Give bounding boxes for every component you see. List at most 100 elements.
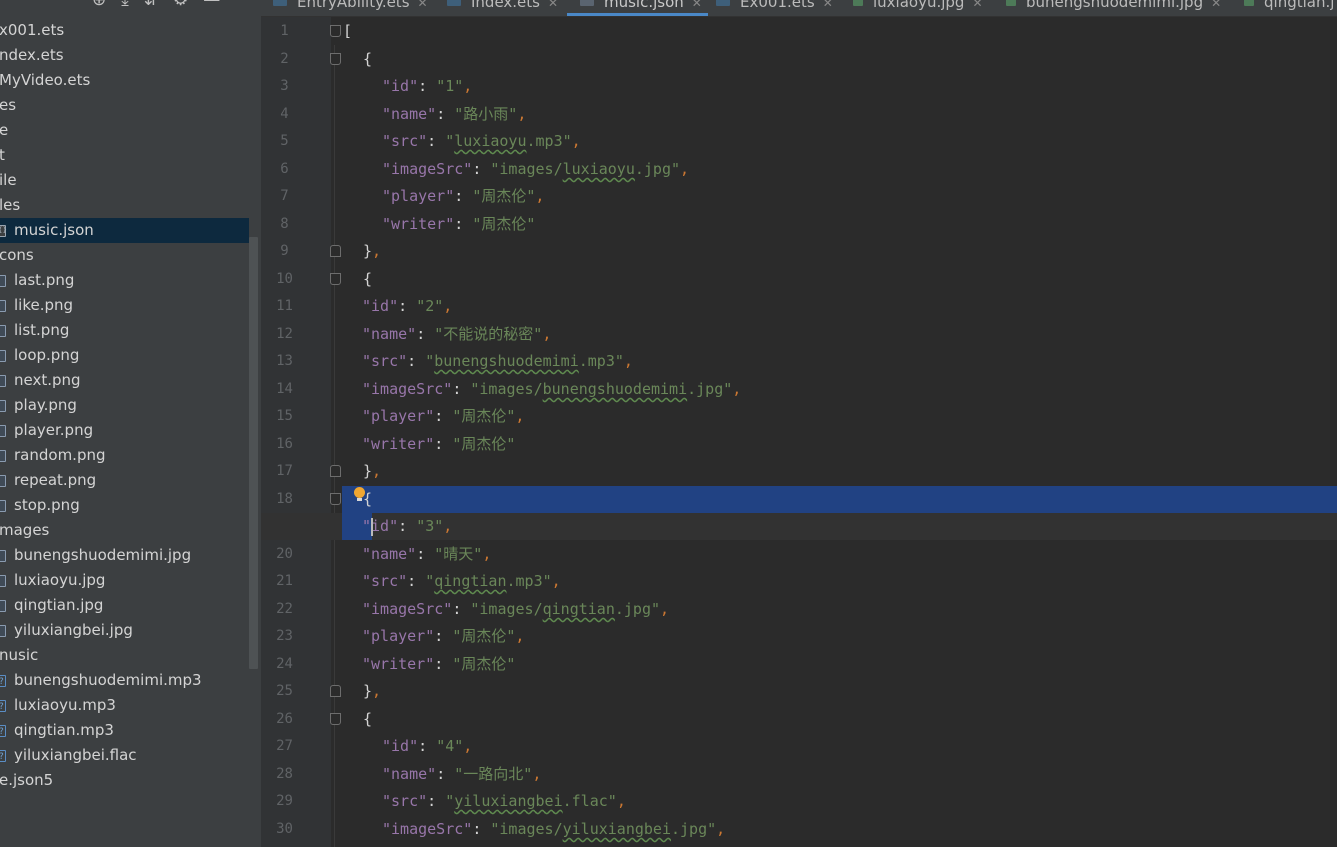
tree-item[interactable]: like.png bbox=[0, 293, 249, 318]
sidebar-scrollbar[interactable] bbox=[249, 237, 258, 669]
code-line[interactable]: "imageSrc": "images/yiluxiangbei.jpg", bbox=[382, 815, 725, 843]
tree-item[interactable]: play.png bbox=[0, 393, 249, 418]
tree-item[interactable]: e bbox=[0, 118, 249, 143]
close-tab-icon[interactable]: ✕ bbox=[418, 0, 428, 10]
line-number: 2 bbox=[280, 51, 289, 67]
code-line[interactable]: "writer": "周杰伦" bbox=[362, 430, 515, 458]
fold-marker-icon[interactable] bbox=[330, 493, 341, 505]
code-line[interactable]: }, bbox=[363, 677, 381, 705]
tree-item[interactable]: nusic bbox=[0, 643, 249, 668]
tree-item[interactable]: repeat.png bbox=[0, 468, 249, 493]
code-line[interactable]: "writer": "周杰伦" bbox=[382, 210, 535, 238]
code-line[interactable]: "player": "周杰伦", bbox=[382, 182, 544, 210]
code-line[interactable]: "id": "1", bbox=[382, 72, 472, 100]
code-line[interactable]: "name": "晴天", bbox=[362, 540, 491, 568]
image-file-icon bbox=[0, 500, 6, 512]
tree-item[interactable]: es bbox=[0, 93, 249, 118]
fold-marker-icon[interactable] bbox=[330, 685, 341, 697]
code-token: , bbox=[517, 105, 527, 123]
tree-item[interactable]: next.png bbox=[0, 368, 249, 393]
tree-item[interactable]: loop.png bbox=[0, 343, 249, 368]
code-line[interactable]: "src": "yiluxiangbei.flac", bbox=[382, 787, 626, 815]
tree-item[interactable]: x001.ets bbox=[0, 18, 249, 43]
code-line[interactable]: "id": "2", bbox=[362, 292, 452, 320]
code-token: : bbox=[427, 132, 446, 150]
code-line[interactable]: "imageSrc": "images/bunengshuodemimi.jpg… bbox=[362, 375, 741, 403]
tree-item-label: nusic bbox=[0, 646, 39, 664]
code-line[interactable]: { bbox=[363, 705, 372, 733]
tree-item[interactable]: MyVideo.ets bbox=[0, 68, 249, 93]
code-token: .mp3" bbox=[506, 572, 552, 590]
close-tab-icon[interactable]: ✕ bbox=[548, 0, 558, 10]
tree-item[interactable]: mages bbox=[0, 518, 249, 543]
tree-item[interactable]: les bbox=[0, 193, 249, 218]
code-line[interactable]: "id": "4", bbox=[382, 732, 472, 760]
tree-item-label: random.png bbox=[14, 446, 106, 464]
code-line[interactable]: "imageSrc": "images/qingtian.jpg", bbox=[362, 595, 669, 623]
tab-ex001-ets[interactable]: Ex001.ets ✕ bbox=[716, 0, 833, 16]
tree-item[interactable]: list.png bbox=[0, 318, 249, 343]
code-line[interactable]: }, bbox=[363, 237, 381, 265]
code-token: bunengshuodemimi bbox=[434, 352, 579, 370]
code-line[interactable]: { bbox=[363, 265, 372, 293]
code-line[interactable]: "src": "bunengshuodemimi.mp3", bbox=[362, 347, 633, 375]
lightbulb-icon[interactable] bbox=[354, 487, 365, 501]
code-line[interactable]: "imageSrc": "images/luxiaoyu.jpg", bbox=[382, 155, 689, 183]
fold-marker-icon[interactable] bbox=[330, 25, 341, 37]
code-line[interactable]: "player": "周杰伦", bbox=[362, 622, 524, 650]
code-token: , bbox=[535, 187, 545, 205]
tree-item[interactable]: yiluxiangbei.flac bbox=[0, 743, 249, 770]
code-line[interactable]: }, bbox=[363, 457, 381, 485]
code-line[interactable]: "name": "路小雨", bbox=[382, 100, 526, 128]
tree-item[interactable]: ile bbox=[0, 168, 249, 193]
fold-marker-icon[interactable] bbox=[330, 53, 341, 65]
collapse-all-icon[interactable]: ⤓ bbox=[121, 0, 129, 9]
code-line[interactable]: "writer": "周杰伦" bbox=[362, 650, 515, 678]
fold-marker-icon[interactable] bbox=[330, 245, 341, 257]
code-line[interactable]: "player": "周杰伦", bbox=[362, 402, 524, 430]
close-tab-icon[interactable]: ✕ bbox=[823, 0, 833, 10]
tab-qingtian-j[interactable]: qingtian.j bbox=[1244, 0, 1334, 16]
code-line[interactable]: "name": "一路向北", bbox=[382, 760, 541, 788]
tree-item[interactable]: qingtian.jpg bbox=[0, 593, 249, 618]
code-line[interactable]: "id": "3", bbox=[362, 512, 452, 540]
tree-item[interactable]: e.json5 bbox=[0, 768, 249, 793]
close-tab-icon[interactable]: ✕ bbox=[972, 0, 982, 10]
hide-icon[interactable]: — bbox=[203, 0, 220, 9]
tree-item[interactable]: music.json bbox=[0, 218, 249, 243]
tree-item[interactable]: yiluxiangbei.jpg bbox=[0, 618, 249, 643]
tree-item[interactable]: player.png bbox=[0, 418, 249, 443]
code-line[interactable]: [ bbox=[343, 17, 352, 45]
code-line[interactable]: "name": "不能说的秘密", bbox=[362, 320, 551, 348]
fold-marker-icon[interactable] bbox=[330, 273, 341, 285]
tree-item[interactable]: bunengshuodemimi.jpg bbox=[0, 543, 249, 568]
tree-item[interactable]: ndex.ets bbox=[0, 43, 249, 68]
code-line[interactable]: "src": "qingtian.mp3", bbox=[362, 567, 561, 595]
line-number: 24 bbox=[276, 656, 293, 672]
tree-item[interactable]: stop.png bbox=[0, 493, 249, 518]
tree-item[interactable]: bunengshuodemimi.mp3 bbox=[0, 668, 249, 695]
code-line[interactable]: { bbox=[363, 45, 372, 73]
fold-marker-icon[interactable] bbox=[330, 713, 341, 725]
code-editor[interactable]: 1234567891011121314151617181920212223242… bbox=[261, 17, 1337, 847]
tab-entryability-ets[interactable]: EntryAbility.ets ✕ bbox=[273, 0, 428, 16]
tab-bunengshuodemimi-jpg[interactable]: bunengshuodemimi.jpg ✕ bbox=[1006, 0, 1221, 16]
settings-icon[interactable]: ⚙ bbox=[173, 0, 188, 9]
tree-item[interactable]: t bbox=[0, 143, 249, 168]
code-token: "name" bbox=[382, 105, 437, 123]
tree-item[interactable]: qingtian.mp3 bbox=[0, 718, 249, 745]
tree-item-label: ndex.ets bbox=[0, 46, 64, 64]
tab-index-ets[interactable]: Index.ets ✕ bbox=[447, 0, 558, 16]
code-line[interactable]: "src": "luxiaoyu.mp3", bbox=[382, 127, 581, 155]
tree-item[interactable]: random.png bbox=[0, 443, 249, 468]
tree-item[interactable]: cons bbox=[0, 243, 249, 268]
close-tab-icon[interactable]: ✕ bbox=[1211, 0, 1221, 10]
fold-marker-icon[interactable] bbox=[330, 465, 341, 477]
tree-item[interactable]: luxiaoyu.mp3 bbox=[0, 693, 249, 720]
target-icon[interactable]: ⊕ bbox=[92, 0, 106, 9]
expand-all-icon[interactable]: ⇵ bbox=[144, 0, 158, 9]
tab-luxiaoyu-jpg[interactable]: luxiaoyu.jpg ✕ bbox=[853, 0, 983, 16]
tree-item[interactable]: last.png bbox=[0, 268, 249, 293]
tree-item[interactable]: luxiaoyu.jpg bbox=[0, 568, 249, 593]
close-tab-icon[interactable]: ✕ bbox=[692, 0, 702, 10]
